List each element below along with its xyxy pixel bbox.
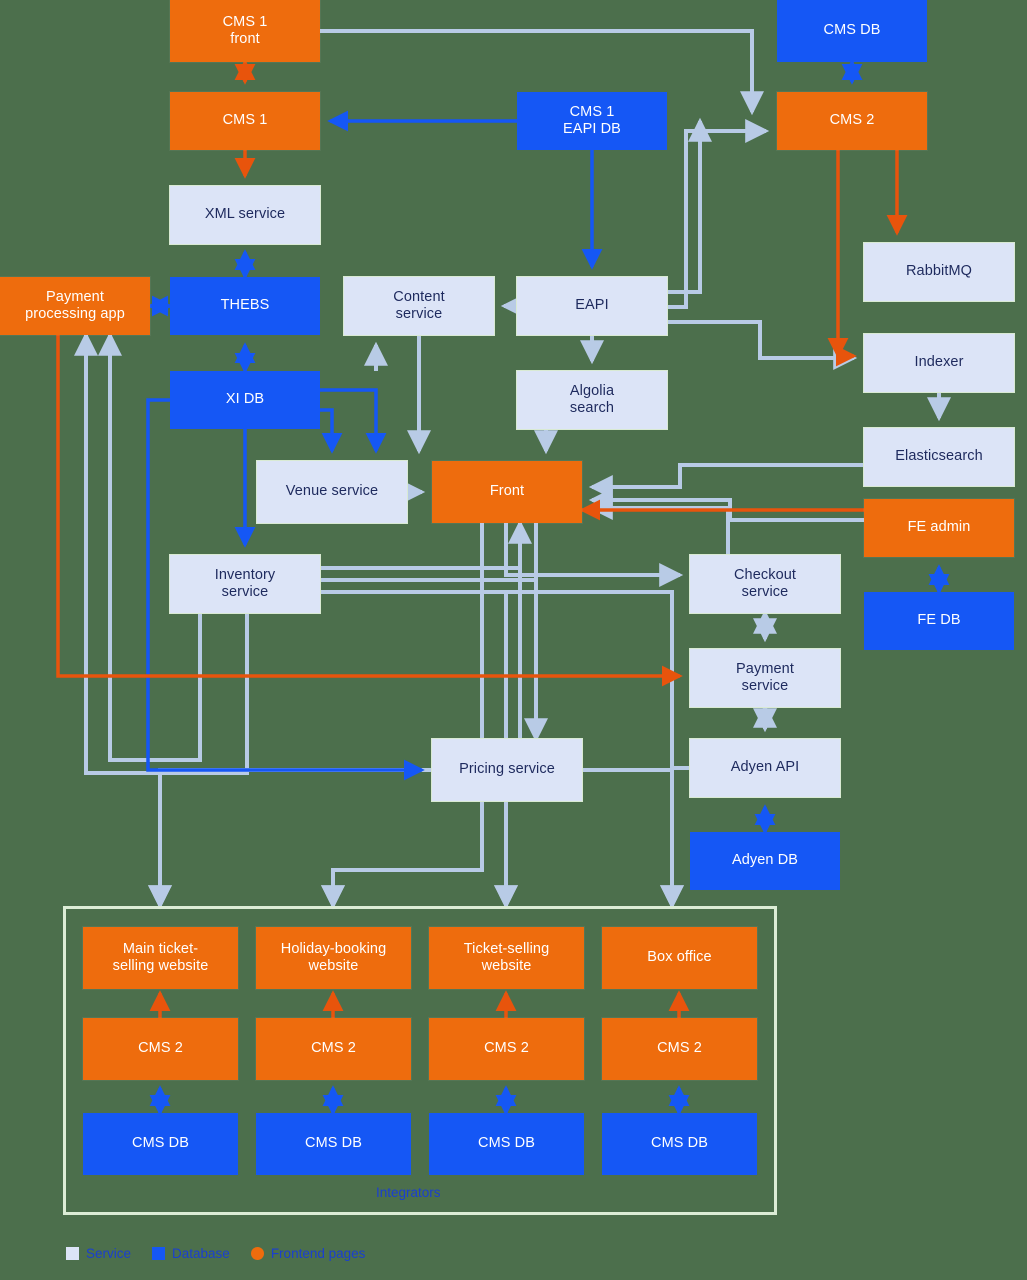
node-cmsdbtop[interactable]: CMS DB	[777, 0, 927, 62]
node-int4site[interactable]: Box office	[602, 927, 757, 989]
node-label: RabbitMQ	[905, 263, 973, 280]
node-indexer[interactable]: Indexer	[864, 334, 1014, 392]
node-frontapp[interactable]: Front	[432, 461, 582, 523]
node-label: THEBS	[220, 297, 270, 314]
node-label: Checkout service	[733, 566, 797, 600]
node-cms1[interactable]: CMS 1	[170, 92, 320, 150]
legend-label: Database	[172, 1246, 230, 1261]
node-label: EAPI	[575, 297, 609, 314]
node-xidb[interactable]: XI DB	[170, 371, 320, 429]
node-label: Indexer	[914, 354, 964, 371]
node-int1cms[interactable]: CMS 2	[83, 1018, 238, 1080]
node-int1site[interactable]: Main ticket-selling website	[83, 927, 238, 989]
legend-item-frontend-pages: Frontend pages	[250, 1246, 366, 1261]
node-int1db[interactable]: CMS DB	[83, 1113, 238, 1175]
node-label: Adyen API	[730, 759, 800, 776]
frontend-swatch-icon	[250, 1247, 264, 1260]
node-label: CMS 1 EAPI DB	[563, 103, 621, 137]
node-label: XML service	[204, 206, 286, 223]
node-label: CMS DB	[305, 1135, 362, 1152]
node-label: CMS 2	[311, 1040, 356, 1057]
node-label: Front	[489, 483, 525, 500]
architecture-diagram: Integrators CMS 1 front CMS 1 XML service TH…	[0, 0, 1027, 1280]
node-label: Pricing service	[459, 761, 555, 778]
node-inventory[interactable]: Inventory service	[170, 555, 320, 613]
node-label: FE DB	[917, 612, 961, 629]
node-elastic[interactable]: Elasticsearch	[864, 428, 1014, 486]
node-label: CMS 2	[829, 112, 875, 129]
node-label: CMS DB	[651, 1135, 708, 1152]
node-int2db[interactable]: CMS DB	[256, 1113, 411, 1175]
node-cms2top[interactable]: CMS 2	[777, 92, 927, 150]
node-label: CMS 2	[138, 1040, 183, 1057]
node-checkout[interactable]: Checkout service	[690, 555, 840, 613]
node-label: CMS 2	[484, 1040, 529, 1057]
node-cms1front[interactable]: CMS 1 front	[170, 0, 320, 62]
node-label: CMS 2	[657, 1040, 702, 1057]
node-label: CMS DB	[823, 22, 881, 39]
node-eapi[interactable]: EAPI	[517, 277, 667, 335]
node-label: CMS DB	[478, 1135, 535, 1152]
node-int3cms[interactable]: CMS 2	[429, 1018, 584, 1080]
node-paymentsvc[interactable]: Payment service	[690, 649, 840, 707]
node-label: Content service	[393, 288, 445, 322]
node-adyenapi[interactable]: Adyen API	[690, 739, 840, 797]
node-paymentapp[interactable]: Payment processing app	[0, 277, 150, 335]
node-xmlservice[interactable]: XML service	[170, 186, 320, 244]
legend: Service Database Frontend pages	[66, 1246, 379, 1261]
node-int3db[interactable]: CMS DB	[429, 1113, 584, 1175]
node-adyendb[interactable]: Adyen DB	[690, 832, 840, 890]
node-label: FE admin	[907, 519, 971, 536]
node-rabbitmq[interactable]: RabbitMQ	[864, 243, 1014, 301]
database-swatch-icon	[152, 1247, 166, 1260]
node-label: Ticket-selling website	[463, 940, 550, 974]
legend-label: Frontend pages	[270, 1246, 366, 1261]
node-label: Inventory service	[214, 566, 276, 600]
node-label: CMS 1 front	[222, 13, 268, 47]
node-label: Payment service	[736, 660, 794, 694]
legend-label: Service	[86, 1246, 132, 1261]
node-label: Algolia search	[569, 382, 615, 416]
node-label: Venue service	[285, 483, 379, 500]
node-label: Holiday-booking website	[280, 940, 387, 974]
node-label: CMS 1	[222, 112, 268, 129]
node-int4db[interactable]: CMS DB	[602, 1113, 757, 1175]
node-venue[interactable]: Venue service	[257, 461, 407, 523]
node-label: Adyen DB	[731, 852, 799, 869]
legend-item-database: Database	[152, 1246, 230, 1261]
group-label-integrators: Integrators	[376, 1185, 441, 1200]
legend-item-service: Service	[66, 1246, 131, 1261]
node-thebs[interactable]: THEBS	[170, 277, 320, 335]
node-int2cms[interactable]: CMS 2	[256, 1018, 411, 1080]
node-cms1eapidb[interactable]: CMS 1 EAPI DB	[517, 92, 667, 150]
node-label: Box office	[647, 949, 712, 966]
node-label: XI DB	[225, 391, 265, 408]
node-feadmin[interactable]: FE admin	[864, 499, 1014, 557]
node-content[interactable]: Content service	[344, 277, 494, 335]
node-pricing[interactable]: Pricing service	[432, 739, 582, 801]
node-label: CMS DB	[132, 1135, 189, 1152]
node-algolia[interactable]: Algolia search	[517, 371, 667, 429]
node-fedb[interactable]: FE DB	[864, 592, 1014, 650]
node-int3site[interactable]: Ticket-selling website	[429, 927, 584, 989]
node-label: Main ticket-selling website	[112, 940, 209, 974]
node-label: Elasticsearch	[895, 448, 983, 465]
node-label: Payment processing app	[25, 288, 125, 322]
node-int4cms[interactable]: CMS 2	[602, 1018, 757, 1080]
node-int2site[interactable]: Holiday-booking website	[256, 927, 411, 989]
service-swatch-icon	[66, 1247, 79, 1260]
